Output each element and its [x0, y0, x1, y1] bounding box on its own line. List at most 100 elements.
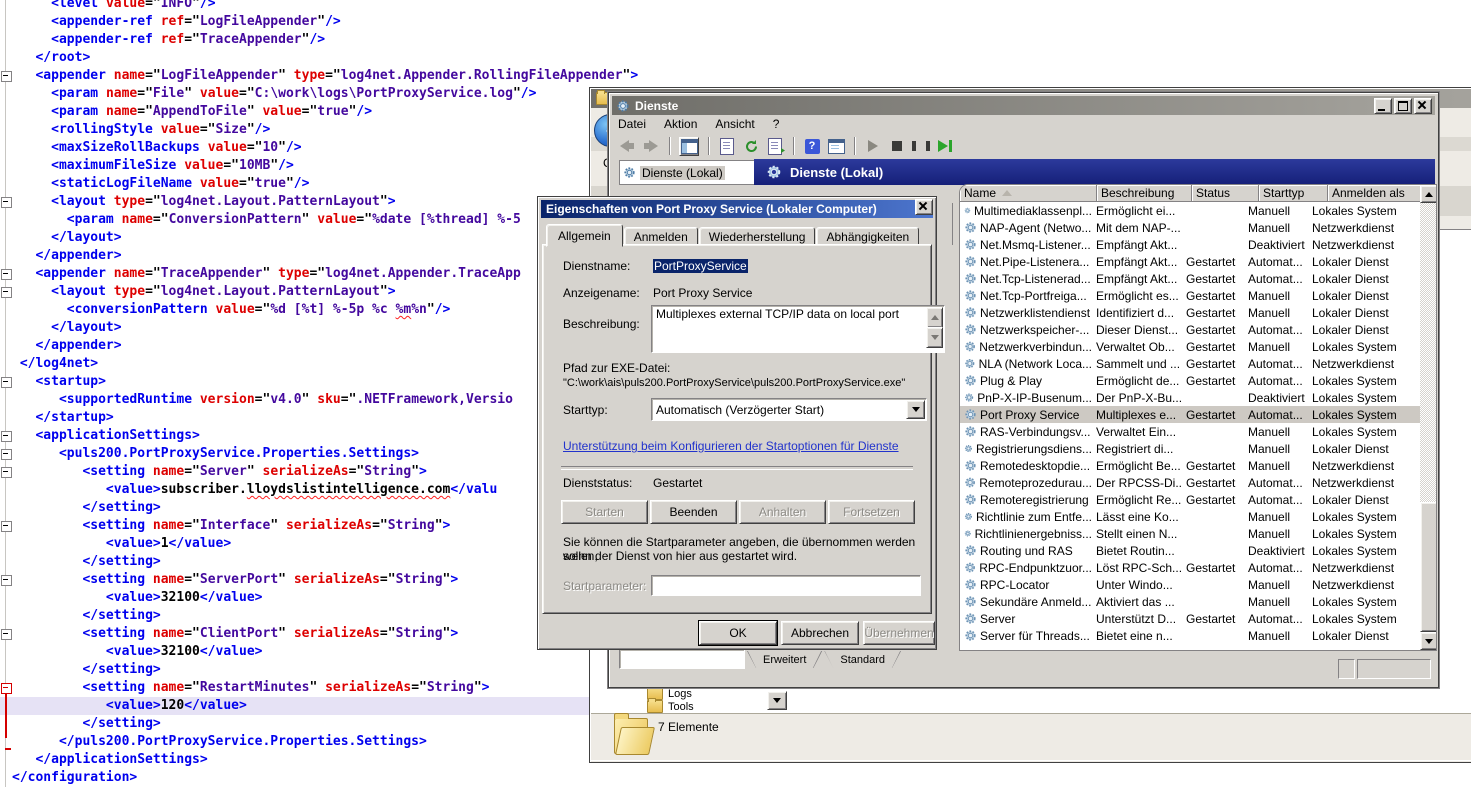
table-row[interactable]: Port Proxy ServiceMultiplexes e...Gestar…	[960, 406, 1420, 423]
table-row[interactable]: Routing und RASBietet Routin...Deaktivie…	[960, 542, 1420, 559]
scrollbar-thumb[interactable]	[1420, 502, 1437, 632]
fold-toggle-icon[interactable]	[1, 575, 12, 586]
menu-item-datei[interactable]: Datei	[618, 117, 646, 131]
scroll-down-button[interactable]	[1420, 632, 1437, 650]
startparameter-input[interactable]	[651, 575, 921, 596]
table-row[interactable]: Sekundäre Anmeld...Aktiviert das ...Manu…	[960, 593, 1420, 610]
beenden-button[interactable]: Beenden	[650, 500, 737, 524]
table-row[interactable]: Net.Tcp-Listenerad...Empfängt Akt...Gest…	[960, 270, 1420, 287]
tab-allgemein[interactable]: Allgemein	[546, 224, 623, 247]
table-row[interactable]: Richtlinienergebniss...Stellt einen N...…	[960, 525, 1420, 542]
fold-toggle-icon[interactable]	[1, 377, 12, 388]
menu-item-aktion[interactable]: Aktion	[664, 117, 697, 131]
dropdown-button[interactable]	[767, 691, 787, 710]
close-icon[interactable]	[915, 199, 933, 215]
menu-item-?[interactable]: ?	[773, 117, 780, 131]
table-row[interactable]: Server für Threads...Bietet eine n...Man…	[960, 627, 1420, 644]
fold-toggle-icon[interactable]	[1, 431, 12, 442]
service-starttype: Manuell	[1244, 340, 1308, 354]
fold-toggle-icon[interactable]	[1, 449, 12, 460]
start-service-icon[interactable]	[864, 138, 882, 155]
restart-service-icon[interactable]	[936, 138, 954, 155]
table-row[interactable]: Netzwerkspeicher-...Dieser Dienst...Gest…	[960, 321, 1420, 338]
scroll-up-button[interactable]	[1420, 185, 1437, 203]
table-row[interactable]: Net.Msmq-Listener...Empfängt Akt...Deakt…	[960, 236, 1420, 253]
abbrechen-button[interactable]: Abbrechen	[781, 621, 859, 645]
sidebar-item-dienste-lokal[interactable]: Dienste (Lokal)	[619, 160, 757, 185]
scroll-up-button[interactable]	[926, 307, 943, 328]
startoptions-help-link[interactable]: Unterstützung beim Konfigurieren der Sta…	[563, 439, 899, 453]
stop-service-icon[interactable]	[888, 138, 906, 155]
column-header-name[interactable]: Name	[960, 185, 1097, 202]
table-row[interactable]: Multimediaklassenpl...Ermöglicht ei...Ma…	[960, 202, 1420, 219]
fold-toggle-icon[interactable]	[1, 71, 12, 82]
starten-button[interactable]: Starten	[561, 500, 648, 524]
properties-dialog[interactable]: Eigenschaften von Port Proxy Service (Lo…	[537, 196, 937, 650]
table-row[interactable]: Net.Pipe-Listenera...Empfängt Akt...Gest…	[960, 253, 1420, 270]
minimize-button[interactable]	[1374, 98, 1392, 114]
table-row[interactable]: Remoteprozedurau...Der RPCSS-Di...Gestar…	[960, 474, 1420, 491]
table-row[interactable]: RPC-LocatorUnter Windo...ManuellNetzwerk…	[960, 576, 1420, 593]
table-row[interactable]: Netzwerkverbindun...Verwaltet Ob...Gesta…	[960, 338, 1420, 355]
table-row[interactable]: Remotedesktopdie...Ermöglicht Be...Gesta…	[960, 457, 1420, 474]
chevron-down-icon[interactable]	[906, 400, 925, 419]
table-row[interactable]: PnP-X-IP-Busenum...Der PnP-X-Bu...Deakti…	[960, 389, 1420, 406]
pause-service-icon[interactable]	[912, 138, 930, 155]
pfad-label: Pfad zur EXE-Datei:	[563, 361, 670, 375]
table-row[interactable]: RPC-Endpunktzuor...Löst RPC-Sch...Gestar…	[960, 559, 1420, 576]
pane-splitter[interactable]	[952, 203, 953, 245]
forward-icon[interactable]	[642, 138, 660, 155]
export-list-icon[interactable]	[766, 138, 784, 155]
fortsetzen-button[interactable]: Fortsetzen	[828, 500, 915, 524]
close-button[interactable]	[1414, 98, 1432, 114]
table-row[interactable]: Registrierungsdiens...Registriert di...M…	[960, 440, 1420, 457]
view-tab-standard[interactable]: Standard	[824, 651, 901, 668]
column-header-beschreibung[interactable]: Beschreibung	[1097, 185, 1192, 202]
show-console-tree-icon[interactable]	[679, 137, 699, 156]
fold-toggle-icon[interactable]	[1, 683, 12, 694]
dienstname-value[interactable]: PortProxyService	[653, 259, 748, 273]
beschreibung-textarea[interactable]: Multiplexes external TCP/IP data on loca…	[651, 305, 945, 353]
table-row[interactable]: NLA (Network Loca...Sammelt und ...Gesta…	[960, 355, 1420, 372]
help-icon[interactable]: ?	[803, 138, 821, 155]
extended-view-icon[interactable]	[827, 138, 845, 155]
table-row[interactable]: Richtlinie zum Entfe...Lässt eine Ko...M…	[960, 508, 1420, 525]
gear-icon	[964, 425, 977, 438]
fold-toggle-icon[interactable]	[1, 629, 12, 640]
folder-item[interactable]: Tools	[647, 700, 694, 713]
refresh-icon[interactable]	[742, 138, 760, 155]
table-row[interactable]: RemoteregistrierungErmöglicht Re...Gesta…	[960, 491, 1420, 508]
fold-toggle-icon[interactable]	[1, 197, 12, 208]
service-description: Verwaltet Ob...	[1092, 340, 1182, 354]
table-row[interactable]: ServerUnterstützt D...GestartetAutomat..…	[960, 610, 1420, 627]
menu-item-ansicht[interactable]: Ansicht	[715, 117, 754, 131]
beschreibung-label: Beschreibung:	[563, 317, 640, 331]
fold-toggle-icon[interactable]	[1, 287, 12, 298]
column-header-status[interactable]: Status	[1192, 185, 1259, 202]
services-titlebar[interactable]: Dienste	[612, 96, 1435, 115]
table-row[interactable]: Net.Tcp-Portfreiga...Ermöglicht es...Ges…	[960, 287, 1420, 304]
view-tab-erweitert[interactable]: Erweitert	[747, 651, 822, 668]
table-row[interactable]: NetzwerklistendienstIdentifiziert d...Ge…	[960, 304, 1420, 321]
service-logon-as: Netzwerkdienst	[1308, 578, 1408, 592]
service-status: Gestartet	[1182, 323, 1244, 337]
scroll-down-button[interactable]	[926, 327, 943, 348]
back-icon[interactable]	[618, 138, 636, 155]
column-header-starttyp[interactable]: Starttyp	[1259, 185, 1328, 202]
maximize-button[interactable]	[1394, 98, 1412, 114]
uebernehmen-button[interactable]: Übernehmen	[863, 621, 935, 645]
starttyp-select[interactable]: Automatisch (Verzögerter Start)	[651, 398, 927, 421]
vertical-scrollbar[interactable]	[1420, 185, 1436, 650]
gear-icon	[964, 289, 977, 302]
fold-toggle-icon[interactable]	[1, 269, 12, 280]
table-row[interactable]: RAS-Verbindungsv...Verwaltet Ein...Manue…	[960, 423, 1420, 440]
anhalten-button[interactable]: Anhalten	[739, 500, 826, 524]
table-row[interactable]: Plug & PlayErmöglicht de...GestartetAuto…	[960, 372, 1420, 389]
column-header-anmelden-als[interactable]: Anmelden als	[1328, 185, 1425, 202]
properties-icon[interactable]	[718, 138, 736, 155]
fold-toggle-icon[interactable]	[1, 467, 12, 478]
fold-toggle-icon[interactable]	[1, 521, 12, 532]
dialog-titlebar[interactable]: Eigenschaften von Port Proxy Service (Lo…	[541, 200, 933, 218]
ok-button[interactable]: OK	[699, 621, 777, 645]
table-row[interactable]: NAP-Agent (Netwo...Mit dem NAP-...Manuel…	[960, 219, 1420, 236]
